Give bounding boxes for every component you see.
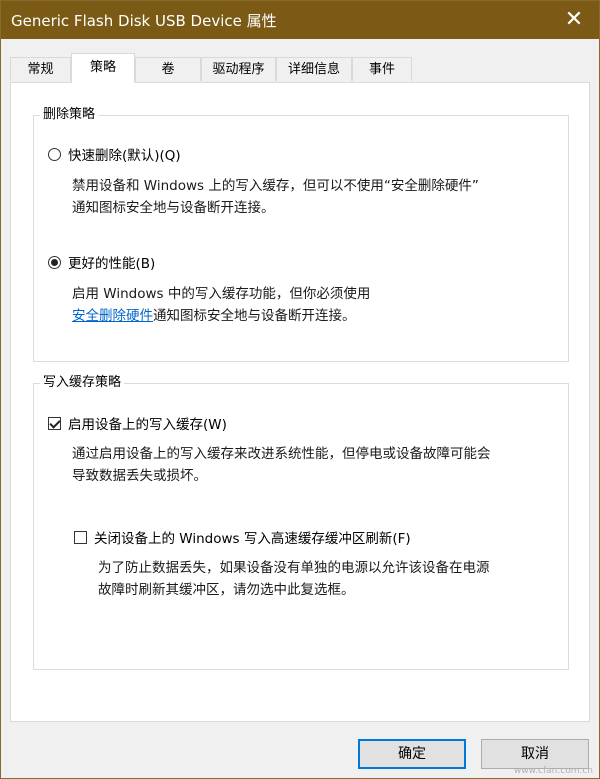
write-cache-policy-legend: 写入缓存策略: [40, 375, 125, 391]
tab-strip: 常规 策略 卷 驱动程序 详细信息 事件: [10, 53, 590, 83]
better-performance-label[interactable]: 更好的性能(B): [68, 252, 155, 272]
disable-flush-desc-1: 为了防止数据丢失，如果设备没有单独的电源以允许该设备在电源: [98, 560, 490, 576]
removal-policy-group: 删除策略 快速删除(默认)(Q) 禁用设备和 Windows 上的写入缓存，但可…: [33, 107, 569, 362]
tab-label: 常规: [27, 62, 54, 77]
ok-button[interactable]: 确定: [358, 739, 466, 769]
tab-volumes[interactable]: 卷: [135, 57, 201, 81]
watermark: www.cfan.com.cn: [513, 766, 593, 776]
quick-removal-radio[interactable]: [48, 148, 61, 161]
tab-events[interactable]: 事件: [352, 57, 412, 81]
tab-label: 驱动程序: [212, 62, 265, 77]
properties-window: Generic Flash Disk USB Device 属性 ✕ 常规 策略…: [0, 0, 600, 779]
better-performance-radio[interactable]: [48, 256, 61, 269]
enable-write-cache-desc-1: 通过启用设备上的写入缓存来改进系统性能，但停电或设备故障可能会: [72, 446, 491, 462]
title-bar[interactable]: Generic Flash Disk USB Device 属性 ✕: [1, 1, 599, 39]
quick-removal-desc-2: 通知图标安全地与设备断开连接。: [72, 200, 275, 216]
enable-write-cache-label[interactable]: 启用设备上的写入缓存(W): [68, 413, 227, 433]
better-performance-desc-1: 启用 Windows 中的写入缓存功能，但你必须使用: [72, 286, 371, 302]
better-performance-desc-2: 安全删除硬件通知图标安全地与设备断开连接。: [72, 306, 356, 327]
quick-removal-desc-1: 禁用设备和 Windows 上的写入缓存，但可以不使用“安全删除硬件”: [72, 178, 479, 194]
tab-label: 详细信息: [287, 62, 340, 77]
tab-panel-policies: 删除策略 快速删除(默认)(Q) 禁用设备和 Windows 上的写入缓存，但可…: [10, 82, 590, 722]
window-title: Generic Flash Disk USB Device 属性: [11, 12, 277, 30]
tab-driver[interactable]: 驱动程序: [201, 57, 276, 81]
disable-flush-desc-2: 故障时刷新其缓冲区，请勿选中此复选框。: [98, 582, 355, 598]
safely-remove-hardware-link[interactable]: 安全删除硬件: [72, 308, 153, 324]
write-cache-policy-group: 写入缓存策略 启用设备上的写入缓存(W) 通过启用设备上的写入缓存来改进系统性能…: [33, 375, 569, 670]
tab-label: 事件: [368, 62, 395, 77]
tab-details[interactable]: 详细信息: [276, 57, 352, 81]
tab-policies[interactable]: 策略: [71, 53, 135, 83]
cancel-button[interactable]: 取消: [481, 739, 589, 769]
better-performance-desc-2-rest: 通知图标安全地与设备断开连接。: [153, 308, 356, 324]
disable-flush-checkbox[interactable]: [74, 531, 87, 544]
disable-flush-label[interactable]: 关闭设备上的 Windows 写入高速缓存缓冲区刷新(F): [94, 527, 411, 547]
close-icon[interactable]: ✕: [559, 5, 589, 35]
tab-label: 策略: [89, 60, 116, 75]
enable-write-cache-desc-2: 导致数据丢失或损坏。: [72, 468, 207, 484]
tab-general[interactable]: 常规: [10, 57, 71, 81]
tab-label: 卷: [161, 62, 175, 77]
removal-policy-legend: 删除策略: [40, 107, 99, 123]
quick-removal-label[interactable]: 快速删除(默认)(Q): [68, 144, 181, 164]
enable-write-cache-checkbox[interactable]: [48, 417, 61, 430]
